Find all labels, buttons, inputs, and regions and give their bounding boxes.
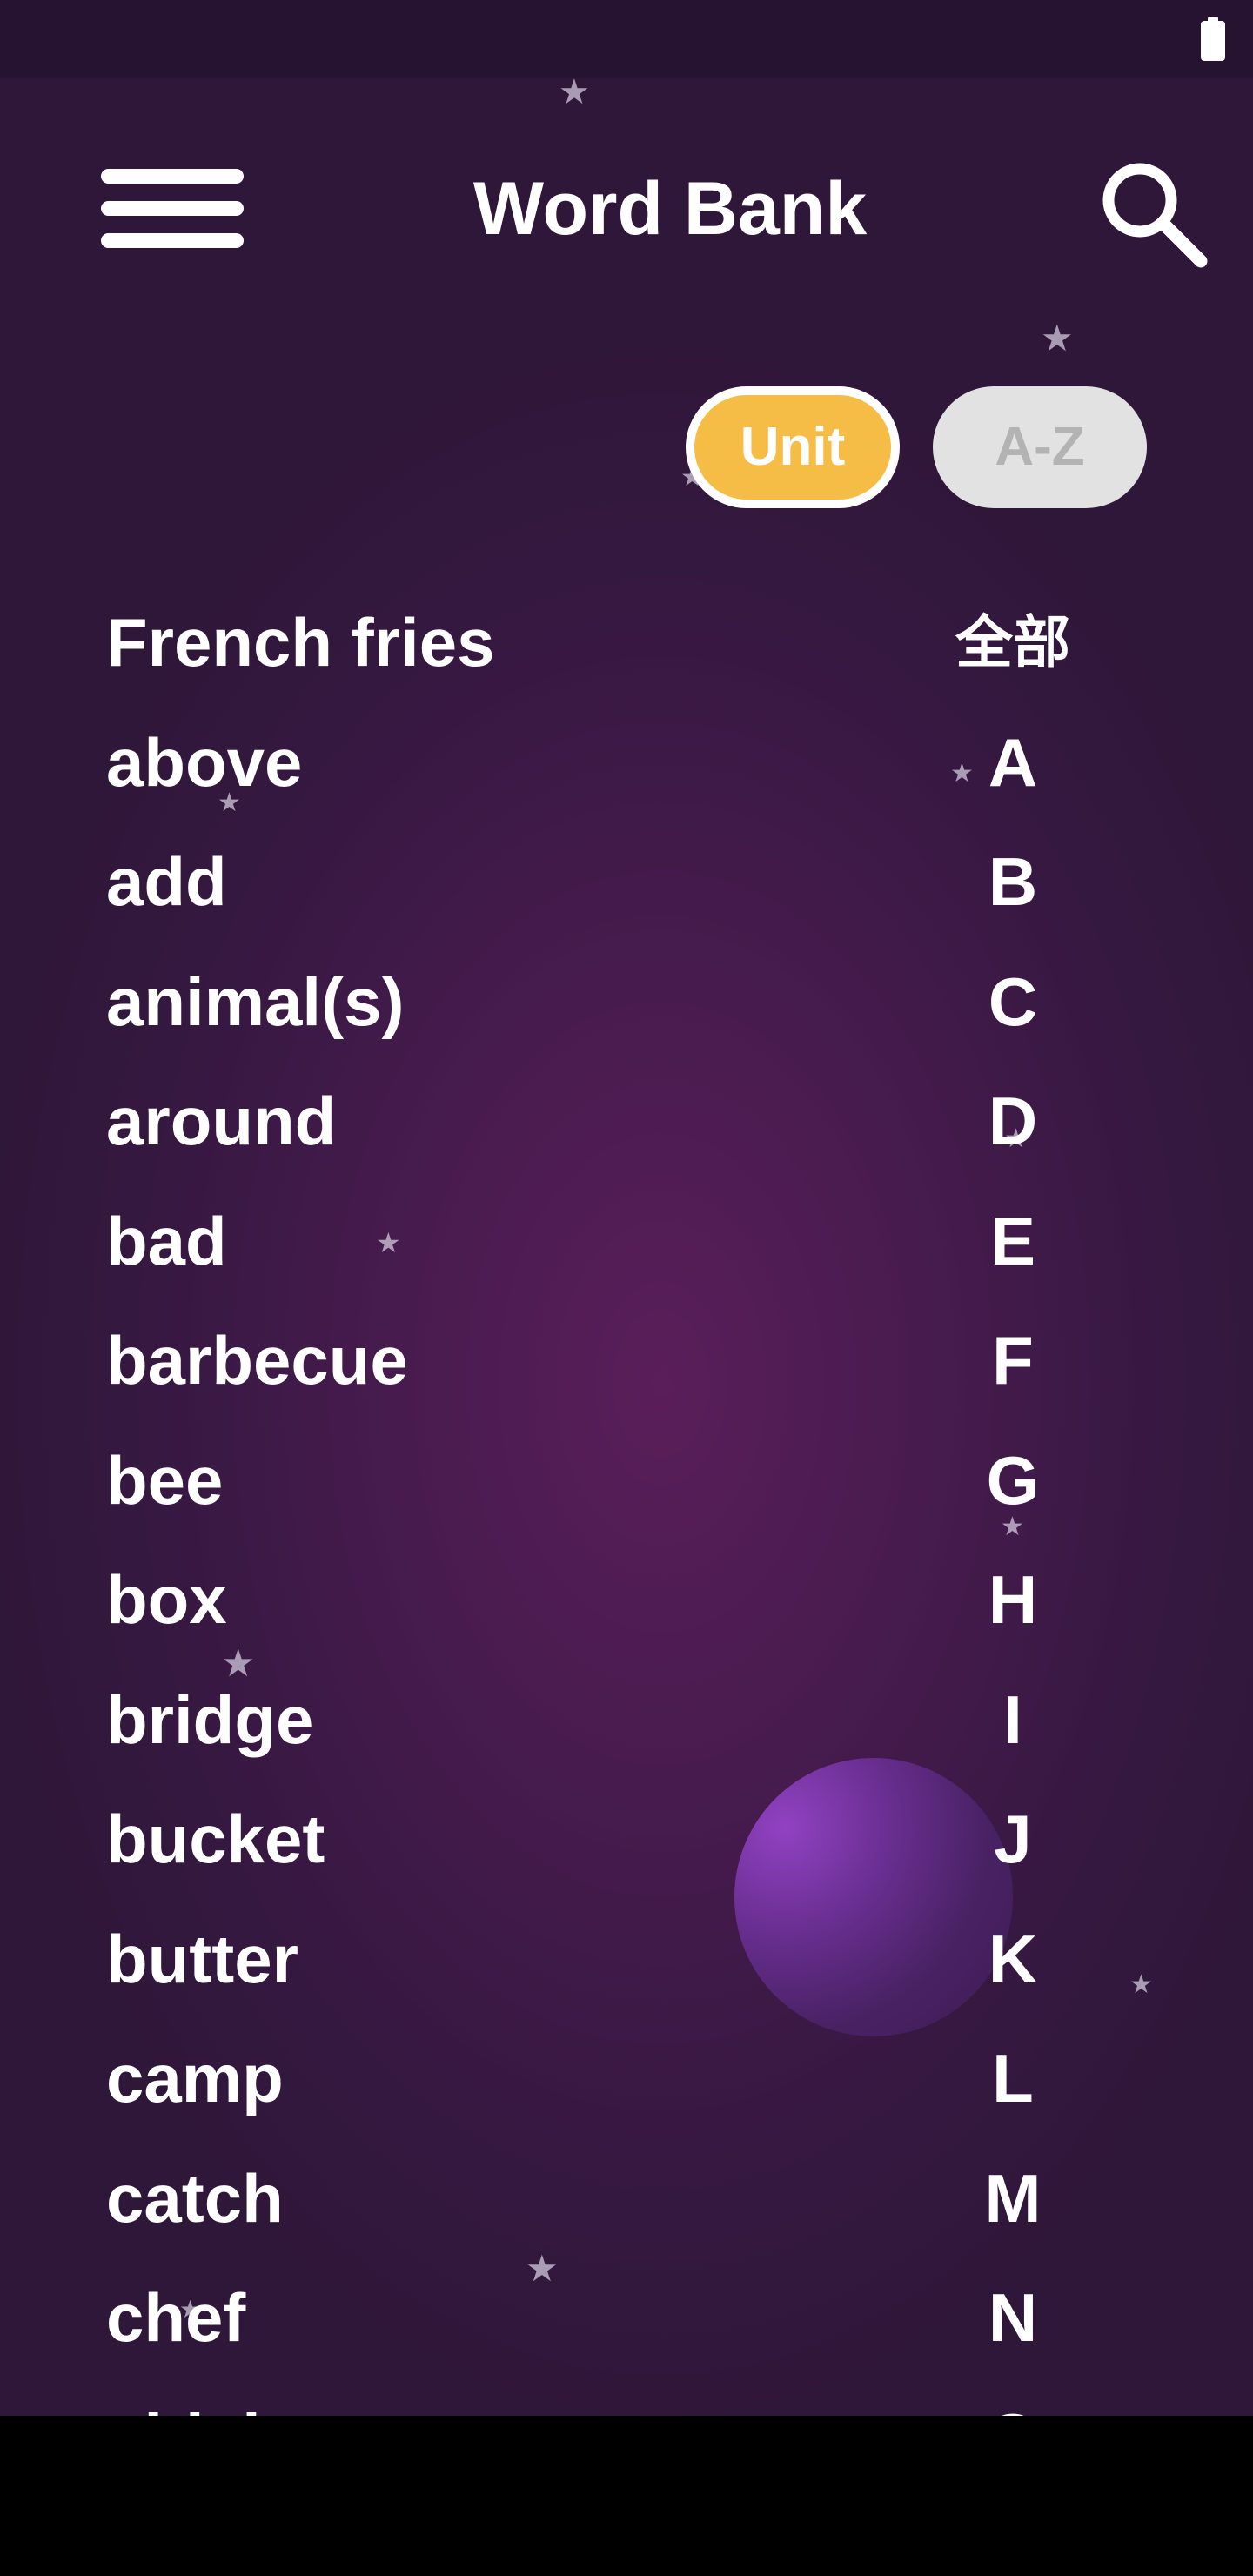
index-item[interactable]: J	[926, 1780, 1100, 1900]
index-item[interactable]: I	[926, 1660, 1100, 1781]
index-item[interactable]: F	[926, 1301, 1100, 1421]
word-item[interactable]: bridge	[106, 1660, 802, 1781]
word-item[interactable]: above	[106, 703, 802, 823]
word-item[interactable]: bad	[106, 1182, 802, 1302]
index-item[interactable]: A	[926, 703, 1100, 823]
word-item[interactable]: bucket	[106, 1780, 802, 1900]
index-item[interactable]: E	[926, 1182, 1100, 1302]
index-item[interactable]: C	[926, 943, 1100, 1063]
word-item[interactable]: bee	[106, 1421, 802, 1541]
word-item[interactable]: barbecue	[106, 1301, 802, 1421]
word-list: French fries above add animal(s) around …	[106, 583, 802, 2416]
sort-by-unit-button[interactable]: Unit	[686, 386, 900, 508]
index-item[interactable]: L	[926, 2019, 1100, 2139]
screen: ★ ★ ★ ★ ★ ★ ★ ★ ★ ★ ★ ★ Word Bank Unit A…	[0, 0, 1253, 2576]
system-navigation-bar	[0, 2416, 1253, 2576]
word-item[interactable]: chef	[106, 2258, 802, 2378]
word-item[interactable]: camp	[106, 2019, 802, 2139]
index-item[interactable]: K	[926, 1900, 1100, 2020]
search-icon[interactable]	[1096, 157, 1209, 270]
alphabet-index: 全部 A B C D E F G H I J K L M N O	[926, 583, 1100, 2416]
menu-button[interactable]	[97, 165, 247, 252]
index-item[interactable]: H	[926, 1540, 1100, 1660]
index-item[interactable]: B	[926, 822, 1100, 943]
word-item[interactable]: add	[106, 822, 802, 943]
star-decoration: ★	[559, 78, 590, 112]
status-bar	[0, 0, 1253, 78]
index-item-all[interactable]: 全部	[926, 583, 1100, 703]
word-item[interactable]: around	[106, 1062, 802, 1182]
index-item[interactable]: O	[926, 2378, 1100, 2417]
word-item[interactable]: butter	[106, 1900, 802, 2020]
word-item[interactable]: animal(s)	[106, 943, 802, 1063]
star-decoration: ★	[1041, 317, 1074, 359]
index-item[interactable]: D	[926, 1062, 1100, 1182]
star-decoration: ★	[1129, 1969, 1153, 2000]
app-background: ★ ★ ★ ★ ★ ★ ★ ★ ★ ★ ★ ★ Word Bank Unit A…	[0, 78, 1253, 2416]
word-item[interactable]: box	[106, 1540, 802, 1660]
index-item[interactable]: N	[926, 2258, 1100, 2378]
page-title: Word Bank	[472, 167, 868, 251]
index-item[interactable]: G	[926, 1421, 1100, 1541]
sort-by-az-button[interactable]: A-Z	[933, 386, 1147, 508]
index-item[interactable]: M	[926, 2139, 1100, 2259]
word-item[interactable]: chicken	[106, 2378, 802, 2417]
battery-icon	[1201, 17, 1225, 61]
word-item[interactable]: catch	[106, 2139, 802, 2259]
word-item[interactable]: French fries	[106, 583, 802, 703]
